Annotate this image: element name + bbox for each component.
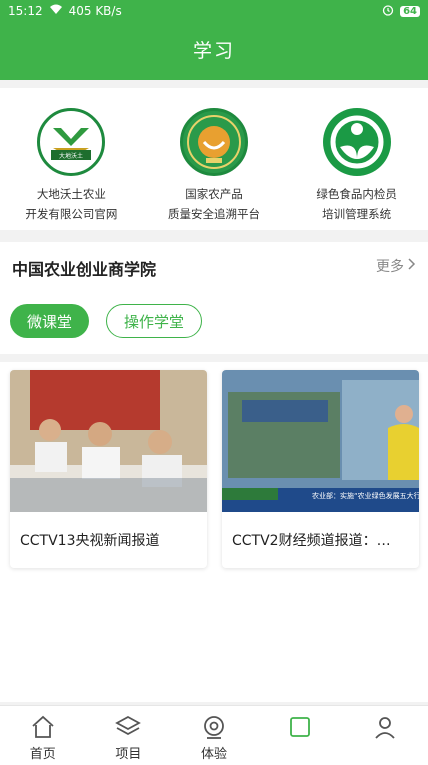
- bottom-nav: 首页 项目 体验: [0, 705, 428, 765]
- wifi-icon: [49, 4, 63, 18]
- video-card[interactable]: CCTV13央视新闻报道: [10, 370, 207, 568]
- grid-icon: [289, 717, 310, 737]
- status-bar: 15:12 405 KB/s 64: [0, 0, 428, 22]
- agri-product-traceability-logo-icon: [180, 108, 248, 176]
- dadi-wotu-logo-icon: 大地沃土: [37, 108, 106, 176]
- nav-projects-label: 项目: [115, 747, 142, 762]
- network-speed: 405 KB/s: [68, 4, 122, 18]
- partner-traceability-platform[interactable]: 国家农产品 质量安全追溯平台: [143, 88, 286, 230]
- status-time: 15:12: [8, 4, 43, 18]
- partner-name-line1: 绿色食品内检员: [316, 187, 397, 201]
- nav-home[interactable]: 首页: [0, 706, 86, 765]
- nav-item-5[interactable]: [342, 706, 428, 765]
- layers-icon: [115, 715, 142, 736]
- partner-name-line2: 开发有限公司官网: [25, 207, 118, 221]
- svg-text:农业部：实施“农业绿色发展五大行动”: 农业部：实施“农业绿色发展五大行动”: [312, 491, 419, 500]
- partner-links: 大地沃土 大地沃土农业 开发有限公司官网 国家农产品 质量安全追溯平台 绿色食品…: [0, 88, 428, 230]
- alarm-icon: [382, 4, 394, 19]
- svg-text:大地沃土: 大地沃土: [59, 152, 83, 160]
- nav-item-4[interactable]: [257, 706, 343, 765]
- battery-indicator: 64: [400, 5, 420, 17]
- video-title: CCTV13央视新闻报道: [20, 533, 160, 549]
- partner-green-food[interactable]: 绿色食品内检员 培训管理系统: [285, 88, 428, 230]
- nav-projects[interactable]: 项目: [86, 706, 172, 765]
- app-header: 15:12 405 KB/s 64 学习: [0, 0, 428, 80]
- user-icon: [375, 717, 395, 739]
- experience-icon: [204, 716, 224, 739]
- partner-dadi-wotu[interactable]: 大地沃土 大地沃土农业 开发有限公司官网: [0, 88, 143, 230]
- partner-name-line1: 国家农产品: [185, 187, 243, 201]
- partner-name-line2: 培训管理系统: [322, 207, 392, 221]
- tab-operation-class[interactable]: 操作学堂: [106, 304, 202, 338]
- more-link[interactable]: 更多: [376, 256, 416, 276]
- nav-experience-label: 体验: [200, 747, 227, 762]
- more-label: 更多: [376, 259, 404, 275]
- academy-section: 中国农业创业商学院 更多 微课堂 操作学堂: [0, 242, 428, 354]
- page-title: 学习: [192, 40, 235, 62]
- partner-name-line2: 质量安全追溯平台: [168, 207, 260, 221]
- home-icon: [32, 715, 54, 738]
- chevron-right-icon: [408, 258, 416, 274]
- green-food-logo-icon: [322, 108, 391, 176]
- video-title: CCTV2财经频道报道：…: [232, 533, 391, 549]
- tab-micro-class[interactable]: 微课堂: [10, 304, 89, 338]
- section-title: 中国农业创业商学院: [12, 260, 157, 279]
- video-list: CCTV13央视新闻报道 农业部：实施“农业绿色发展五大行动” CCTV2财经频…: [0, 362, 428, 702]
- video-thumbnail: [10, 370, 207, 512]
- partner-name-line1: 大地沃土农业: [36, 187, 106, 201]
- nav-home-label: 首页: [29, 747, 56, 762]
- video-thumbnail: 农业部：实施“农业绿色发展五大行动”: [222, 370, 419, 512]
- nav-experience[interactable]: 体验: [171, 706, 257, 765]
- video-card[interactable]: 农业部：实施“农业绿色发展五大行动” CCTV2财经频道报道：…: [222, 370, 419, 568]
